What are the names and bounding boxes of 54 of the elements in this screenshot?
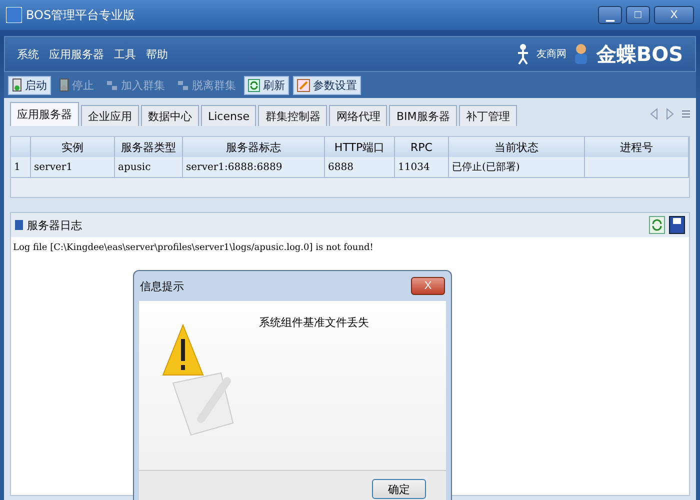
column-header: 实例	[31, 137, 115, 157]
row-number: 1	[11, 157, 31, 178]
scroll-left-icon[interactable]	[650, 108, 658, 120]
column-header: 服务器标志	[183, 137, 325, 157]
table-cell: 6888	[325, 157, 395, 178]
tab[interactable]: License	[201, 105, 256, 126]
table-cell: 已停止(已部署)	[449, 157, 585, 178]
tab[interactable]: 网络代理	[329, 105, 388, 126]
dialog-message: 系统组件基准文件丢失	[259, 315, 369, 331]
close-button[interactable]: X	[654, 6, 694, 24]
server-icon	[12, 78, 22, 92]
refresh-icon	[248, 78, 260, 92]
tab[interactable]: 补丁管理	[458, 105, 517, 126]
log-title: 服务器日志	[27, 218, 82, 232]
brand-logo-text: 金蝶BOS	[596, 40, 683, 68]
table-cell: 11034	[395, 157, 449, 178]
partner-logo-text: 友商网	[536, 48, 566, 61]
table-cell: apusic	[115, 157, 183, 178]
column-header: RPC	[395, 137, 449, 157]
tab[interactable]: 应用服务器	[10, 102, 79, 126]
menu-item[interactable]: 系统	[17, 46, 39, 62]
menu-item[interactable]: 帮助	[146, 46, 168, 62]
column-header: HTTP端口	[325, 137, 395, 157]
app-logo-icon	[6, 7, 22, 23]
toolbar-button[interactable]: 刷新	[244, 76, 289, 94]
tab[interactable]: 企业应用	[81, 105, 139, 126]
save-icon[interactable]	[669, 216, 685, 234]
ok-button[interactable]: 确定	[372, 479, 426, 499]
maximize-button[interactable]: □	[626, 6, 650, 24]
server-icon	[59, 78, 69, 92]
column-header: 服务器类型	[115, 137, 183, 157]
tab[interactable]: BIM服务器	[389, 105, 457, 126]
tab[interactable]: 数据中心	[141, 105, 199, 126]
dialog-title: 信息提示	[140, 278, 185, 294]
scroll-right-icon[interactable]	[666, 108, 674, 120]
cluster-icon	[106, 79, 118, 91]
table-cell: server1:6888:6889	[183, 157, 325, 178]
table-cell: server1	[31, 157, 115, 178]
refresh-icon[interactable]	[649, 216, 665, 234]
column-header: 当前状态	[449, 137, 585, 157]
toolbar-button[interactable]: 参数设置	[293, 76, 361, 94]
menu-item[interactable]: 工具	[114, 46, 136, 62]
window-title: BOS管理平台专业版	[26, 6, 136, 24]
pencil-icon	[297, 78, 310, 92]
menu-item[interactable]: 应用服务器	[49, 46, 104, 62]
log-line: Log file [C:\Kingdee\eas\server\profiles\server1\logs/apusic.log.0] is not found!	[12, 242, 374, 255]
log-icon	[15, 220, 23, 230]
column-header: 进程号	[585, 137, 689, 157]
minimize-button[interactable]: ▁	[598, 6, 622, 24]
tab[interactable]: 群集控制器	[258, 105, 328, 126]
list-icon[interactable]	[682, 108, 690, 120]
figure-icon	[516, 43, 530, 65]
toolbar-button[interactable]: 启动	[8, 76, 51, 94]
cluster-icon	[177, 79, 189, 91]
